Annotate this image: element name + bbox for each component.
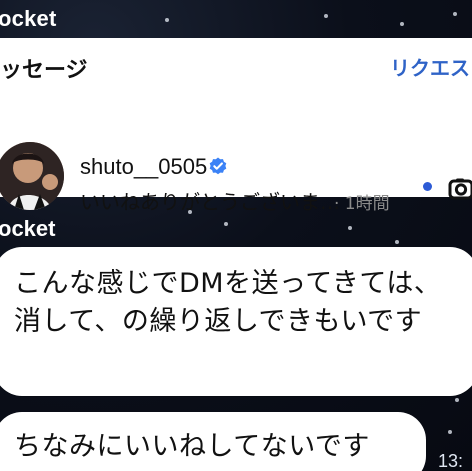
sparkle-dot xyxy=(324,14,328,18)
chat-screenshot: ocket ッセージ リクエス shuto__0505 いいねありがとうございま… xyxy=(0,0,472,471)
chat-bubble[interactable]: こんな感じでDMを送ってきては、消して、の繰り返しできもいです xyxy=(0,247,472,396)
avatar[interactable] xyxy=(0,142,64,210)
messages-header: ッセージ xyxy=(0,57,88,82)
message-text: ちなみにいいねしてないです xyxy=(14,431,370,462)
sparkle-dot xyxy=(448,430,452,434)
camera-icon[interactable] xyxy=(448,176,472,202)
message-text: こんな感じでDMを送ってきては、消して、の繰り返しできもいです xyxy=(14,268,442,337)
sparkle-dot xyxy=(453,12,457,16)
sparkle-dot xyxy=(165,18,169,22)
message-time: · 1時間 xyxy=(334,194,390,214)
shared-screenshot-card: ッセージ リクエス shuto__0505 いいねありがとうございま… · 1時… xyxy=(0,38,472,214)
avatar-image xyxy=(0,142,64,210)
second-label: ocket xyxy=(0,216,56,241)
sparkle-dot xyxy=(348,226,352,230)
requests-link[interactable]: リクエス xyxy=(390,52,470,81)
timestamp: 13: xyxy=(438,451,464,471)
message-preview: いいねありがとうございま… xyxy=(80,190,340,214)
sparkle-dot xyxy=(224,222,228,226)
sparkle-dot xyxy=(400,22,404,26)
unread-dot-icon xyxy=(423,182,432,191)
sparkle-dot xyxy=(455,398,459,402)
user-name[interactable]: shuto__0505 xyxy=(80,154,207,180)
chat-bubble[interactable]: ちなみにいいねしてないです xyxy=(0,412,426,471)
top-label: ocket xyxy=(0,6,57,31)
verified-badge-icon xyxy=(208,156,228,176)
sparkle-dot xyxy=(395,240,399,244)
